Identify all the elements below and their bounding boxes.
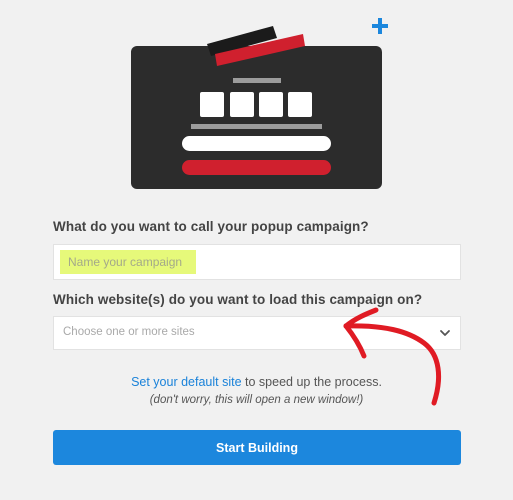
website-select-label: Which website(s) do you want to load thi…	[53, 292, 423, 307]
campaign-name-input[interactable]	[60, 250, 196, 274]
box-graphic-3	[259, 92, 283, 117]
campaign-name-field[interactable]	[53, 244, 461, 280]
start-building-button[interactable]: Start Building	[53, 430, 461, 465]
chevron-down-icon[interactable]	[439, 327, 451, 339]
website-select[interactable]: Choose one or more sites	[53, 316, 461, 350]
top-bar-graphic	[233, 78, 281, 83]
box-graphic-1	[200, 92, 224, 117]
helper-note: (don't worry, this will open a new windo…	[149, 394, 364, 406]
middle-bar-graphic	[191, 124, 322, 129]
helper-line: Set your default site to speed up the pr…	[0, 373, 513, 391]
helper-text: to speed up the process.	[241, 375, 382, 389]
campaign-name-label: What do you want to call your popup camp…	[53, 219, 369, 234]
white-pill-graphic	[182, 136, 331, 151]
box-graphic-2	[230, 92, 254, 117]
set-default-site-link[interactable]: Set your default site	[131, 375, 241, 389]
plus-icon	[372, 18, 388, 34]
popup-builder-graphic	[182, 26, 331, 175]
default-site-helper: Set your default site to speed up the pr…	[0, 373, 513, 409]
campaign-illustration	[131, 26, 382, 189]
website-select-placeholder: Choose one or more sites	[63, 326, 195, 338]
box-graphic-4	[288, 92, 312, 117]
red-pill-graphic	[182, 160, 331, 175]
